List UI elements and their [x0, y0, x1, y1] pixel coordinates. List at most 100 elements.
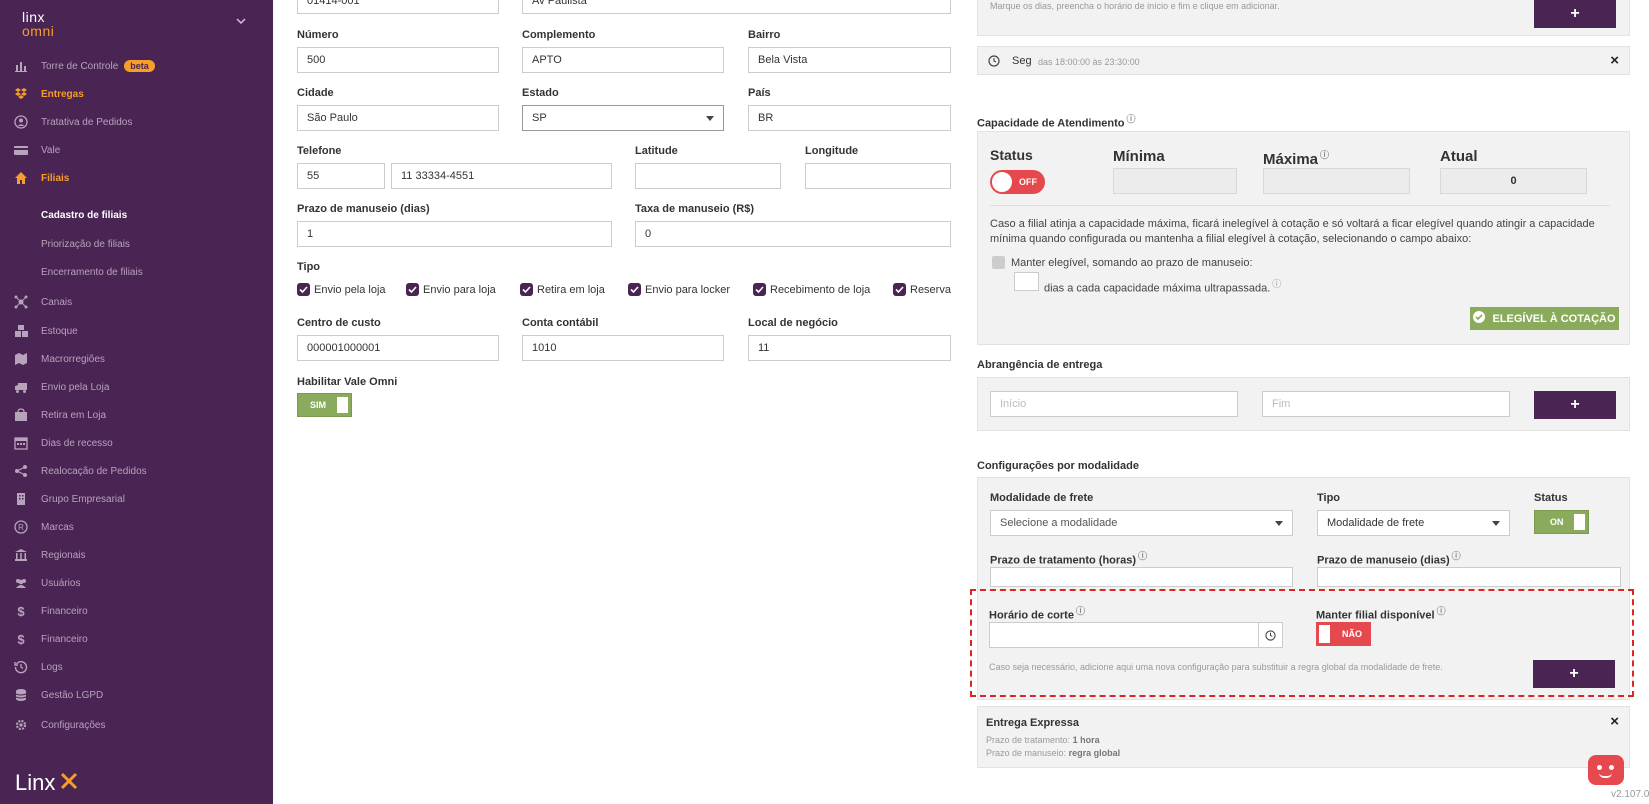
sidebar: linx omni Torre de Controle beta Entrega…: [0, 0, 273, 804]
config-title: Configurações por modalidade: [977, 460, 1139, 472]
checkbox-retira-em-loja[interactable]: Retira em loja: [520, 283, 605, 296]
tratamento-label-text: Prazo de tratamento (horas): [990, 554, 1137, 567]
check-icon: [893, 283, 906, 296]
toggle-knob: [1574, 514, 1585, 530]
complemento-field[interactable]: APTO: [522, 47, 724, 73]
estado-select[interactable]: SP: [522, 105, 724, 131]
clock-icon[interactable]: [1258, 623, 1282, 647]
toggle-knob: [337, 397, 348, 413]
bairro-field[interactable]: Bela Vista: [748, 47, 951, 73]
tratamento-field[interactable]: [990, 567, 1293, 587]
config-status-label: Status: [1534, 492, 1568, 504]
sidebar-item-envio-loja[interactable]: Envio pela Loja: [0, 373, 273, 401]
add-schedule-button[interactable]: +: [1534, 0, 1616, 28]
capacidade-status-toggle[interactable]: OFF: [990, 170, 1045, 194]
modalidade-select[interactable]: Selecione a modalidade: [990, 510, 1293, 536]
dias-field[interactable]: [1014, 272, 1039, 291]
maxima-field[interactable]: [1263, 168, 1410, 194]
manuseio-label: Prazo de manuseio (dias) ⓘ: [1317, 549, 1461, 567]
tipo-modalidade-select[interactable]: Modalidade de frete: [1317, 510, 1510, 536]
sidebar-item-macrorregioes[interactable]: Macrorregiões: [0, 345, 273, 373]
longitude-field[interactable]: [805, 163, 951, 189]
checkbox-envio-para-locker[interactable]: Envio para locker: [628, 283, 730, 296]
fim-field[interactable]: Fim: [1262, 391, 1510, 417]
cidade-field[interactable]: São Paulo: [297, 105, 499, 131]
centro-custo-field[interactable]: 000001000001: [297, 335, 499, 361]
vale-omni-toggle[interactable]: SIM: [297, 393, 352, 417]
sidebar-item-regionais[interactable]: Regionais: [0, 541, 273, 569]
conta-contabil-field[interactable]: 1010: [522, 335, 724, 361]
numero-field[interactable]: 500: [297, 47, 499, 73]
schedule-day: Seg: [1012, 55, 1032, 67]
sidebar-item-dias-recesso[interactable]: Dias de recesso: [0, 429, 273, 457]
sidebar-item-marcas[interactable]: R Marcas: [0, 513, 273, 541]
maxima-label: Máxima ⓘ: [1263, 148, 1329, 168]
sidebar-item-financeiro-2[interactable]: $ Financeiro: [0, 625, 273, 653]
local-negocio-field[interactable]: 11: [748, 335, 951, 361]
sidebar-item-usuarios[interactable]: Usuários: [0, 569, 273, 597]
sidebar-item-financeiro[interactable]: $ Financeiro: [0, 597, 273, 625]
bar-chart-icon: [13, 58, 29, 74]
checkbox-reserva[interactable]: Reserva: [893, 283, 951, 296]
minima-field[interactable]: [1113, 168, 1237, 194]
telefone-ddd-field[interactable]: 55: [297, 163, 385, 189]
sidebar-item-label: Realocação de Pedidos: [41, 465, 147, 477]
check-icon: [753, 283, 766, 296]
checkbox-label: Envio pela loja: [314, 283, 386, 296]
chatbot-icon[interactable]: [1588, 755, 1624, 785]
beta-badge: beta: [124, 60, 155, 72]
sidebar-item-torre-de-controle[interactable]: Torre de Controle beta: [0, 52, 273, 80]
capacidade-panel: Status OFF Mínima Máxima ⓘ Atual 0 Caso a…: [977, 131, 1630, 345]
telefone-numero-field[interactable]: 11 33334-4551: [391, 163, 612, 189]
checkbox-recebimento-de-loja[interactable]: Recebimento de loja: [753, 283, 870, 296]
sidebar-item-retira-loja[interactable]: Retira em Loja: [0, 401, 273, 429]
pais-field[interactable]: BR: [748, 105, 951, 131]
capacidade-title: Capacidade de Atendimento ⓘ: [977, 112, 1136, 130]
manuseio-field[interactable]: [1317, 567, 1621, 587]
close-icon[interactable]: ×: [1610, 713, 1619, 730]
sidebar-item-vale[interactable]: Vale: [0, 136, 273, 164]
brand-logo[interactable]: linx omni: [22, 10, 54, 38]
inicio-field[interactable]: Início: [990, 391, 1238, 417]
cep-field[interactable]: 01414-001: [297, 0, 499, 14]
horario-corte-field[interactable]: [989, 622, 1283, 648]
truck-icon: [13, 379, 29, 395]
checkbox-envio-para-loja[interactable]: Envio para loja: [406, 283, 496, 296]
config-status-toggle[interactable]: ON: [1534, 510, 1589, 534]
elegivel-button-label: ELEGÍVEL À COTAÇÃO: [1492, 312, 1616, 325]
sidebar-item-configuracoes[interactable]: Configurações: [0, 711, 273, 739]
endereco-field[interactable]: Av Paulista: [522, 0, 951, 14]
longitude-label: Longitude: [805, 145, 859, 157]
sidebar-item-logs[interactable]: Logs: [0, 653, 273, 681]
add-abrangencia-button[interactable]: +: [1534, 391, 1616, 419]
sidebar-subitem-encerramento[interactable]: Encerramento de filiais: [0, 258, 273, 286]
sidebar-subitem-priorizacao[interactable]: Priorização de filiais: [0, 230, 273, 258]
sidebar-item-tratativa[interactable]: Tratativa de Pedidos: [0, 108, 273, 136]
tipo-modalidade-label: Tipo: [1317, 492, 1341, 504]
sidebar-item-filiais[interactable]: Filiais: [0, 164, 273, 192]
network-icon: [13, 294, 29, 310]
sidebar-item-gestao-lgpd[interactable]: Gestão LGPD: [0, 681, 273, 709]
sidebar-item-grupo-empresarial[interactable]: Grupo Empresarial: [0, 485, 273, 513]
schedule-time: das 18:00:00 às 23:30:00: [1038, 57, 1140, 67]
manter-disponivel-toggle[interactable]: NÃO: [1316, 622, 1371, 646]
checkbox-envio-pela-loja[interactable]: Envio pela loja: [297, 283, 386, 296]
building-icon: [13, 491, 29, 507]
taxa-manuseio-field[interactable]: 0: [635, 221, 951, 247]
close-icon[interactable]: ×: [1610, 52, 1619, 69]
add-config-button[interactable]: +: [1533, 660, 1615, 688]
telefone-label: Telefone: [297, 145, 342, 157]
sidebar-item-entregas[interactable]: Entregas: [0, 80, 273, 108]
cidade-label: Cidade: [297, 87, 334, 99]
manter-elegivel-checkbox[interactable]: Manter elegível, somando ao prazo de man…: [992, 256, 1253, 269]
latitude-field[interactable]: [635, 163, 781, 189]
sidebar-item-label: Filiais: [41, 172, 70, 184]
sidebar-item-canais[interactable]: Canais: [0, 288, 273, 316]
chevron-down-icon[interactable]: [236, 16, 246, 28]
prazo-manuseio-field[interactable]: 1: [297, 221, 612, 247]
abrangencia-title: Abrangência de entrega: [977, 359, 1103, 371]
sidebar-subitem-cadastro-filiais[interactable]: Cadastro de filiais: [0, 201, 273, 229]
sidebar-item-estoque[interactable]: Estoque: [0, 317, 273, 345]
sidebar-item-realocacao[interactable]: Realocação de Pedidos: [0, 457, 273, 485]
elegivel-cotacao-button[interactable]: ELEGÍVEL À COTAÇÃO: [1470, 307, 1619, 330]
